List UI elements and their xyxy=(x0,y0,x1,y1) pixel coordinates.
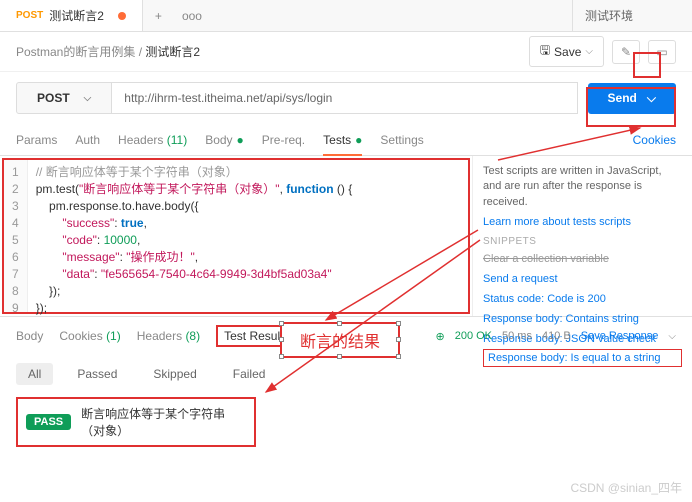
request-tabs: Params Auth Headers (11) Body● Pre-req. … xyxy=(0,124,692,156)
comment-icon: ▭ xyxy=(656,45,667,59)
resp-tab-headers[interactable]: Headers (8) xyxy=(137,325,200,347)
snippet-item[interactable]: Response body: Contains string xyxy=(483,309,682,329)
breadcrumb-request: 测试断言2 xyxy=(145,45,200,59)
annotation-label: 断言的结果 xyxy=(280,322,400,358)
tab-body[interactable]: Body● xyxy=(205,125,244,155)
main-content: 123456789 // 断言响应体等于某个字符串（对象） pm.test("断… xyxy=(0,156,692,316)
cookies-link[interactable]: Cookies xyxy=(633,133,676,147)
resp-tab-body[interactable]: Body xyxy=(16,325,43,347)
filter-skipped[interactable]: Skipped xyxy=(141,363,208,385)
snippets-panel: Test scripts are written in JavaScript, … xyxy=(472,156,692,316)
tab-tests[interactable]: Tests● xyxy=(323,125,362,155)
chevron-down-icon: ⌵ xyxy=(585,46,593,57)
environment-label: 测试环境 xyxy=(585,7,633,24)
save-response-button[interactable]: Save Response xyxy=(581,330,659,342)
tab-settings[interactable]: Settings xyxy=(380,125,423,155)
method-select[interactable]: POST ⌵ xyxy=(16,82,112,114)
tab-auth[interactable]: Auth xyxy=(75,125,100,155)
line-gutter: 123456789 xyxy=(4,160,28,312)
test-result-row: PASS 断言响应体等于某个字符串（对象） xyxy=(16,397,256,447)
learn-more-link[interactable]: Learn more about tests scripts xyxy=(483,216,682,228)
method-badge: POST xyxy=(16,10,43,21)
tab-prereq[interactable]: Pre-req. xyxy=(262,125,305,155)
status-size: 410 B xyxy=(542,330,571,342)
snippet-item[interactable]: Response body: Is equal to a string xyxy=(483,349,682,367)
edit-button[interactable]: ✎ xyxy=(612,40,640,64)
breadcrumb-actions: 🖫 Save ⌵ ✎ ▭ xyxy=(529,36,676,67)
filter-passed[interactable]: Passed xyxy=(65,363,129,385)
pencil-icon: ✎ xyxy=(621,45,631,59)
tab-name: 测试断言2 xyxy=(49,7,104,24)
method-label: POST xyxy=(37,91,70,105)
save-label: Save xyxy=(554,45,581,59)
snippet-item[interactable]: Send a request xyxy=(483,269,682,289)
tab-headers[interactable]: Headers (11) xyxy=(118,125,187,155)
comment-button[interactable]: ▭ xyxy=(648,40,676,64)
snippet-item[interactable]: Status code: Code is 200 xyxy=(483,289,682,309)
environment-select[interactable]: 测试环境 xyxy=(572,0,692,31)
code-content[interactable]: // 断言响应体等于某个字符串（对象） pm.test("断言响应体等于某个字符… xyxy=(28,160,361,312)
chevron-down-icon: ⌵ xyxy=(84,93,92,104)
snippets-header: SNIPPETS xyxy=(483,236,682,247)
chevron-down-icon: ⌵ xyxy=(668,331,676,342)
dot-icon: ● xyxy=(237,133,244,147)
globe-icon[interactable]: ⊕ xyxy=(435,330,444,343)
send-label: Send xyxy=(608,91,637,105)
floppy-icon: 🖫 xyxy=(540,41,550,62)
filter-failed[interactable]: Failed xyxy=(221,363,278,385)
request-tab[interactable]: POST 测试断言2 xyxy=(0,0,143,31)
filter-all[interactable]: All xyxy=(16,363,53,385)
breadcrumb: Postman的断言用例集 / 测试断言2 xyxy=(16,43,200,60)
save-button[interactable]: 🖫 Save ⌵ xyxy=(529,36,604,67)
result-text: 断言响应体等于某个字符串（对象） xyxy=(81,405,246,439)
send-button[interactable]: Send ⌵ xyxy=(588,83,676,114)
unsaved-dot-icon xyxy=(118,12,126,20)
pass-badge: PASS xyxy=(26,414,71,430)
status-code: 200 OK xyxy=(455,330,492,342)
snippets-description: Test scripts are written in JavaScript, … xyxy=(483,164,682,210)
snippet-item[interactable]: Clear a collection variable xyxy=(483,249,682,269)
breadcrumb-row: Postman的断言用例集 / 测试断言2 🖫 Save ⌵ ✎ ▭ xyxy=(0,32,692,72)
dot-icon: ● xyxy=(355,133,362,147)
url-input[interactable] xyxy=(112,82,577,114)
response-status: ⊕ 200 OK 50 ms 410 B Save Response ⌵ xyxy=(435,330,676,343)
chevron-down-icon: ⌵ xyxy=(647,91,656,106)
new-tab-button[interactable]: + xyxy=(143,9,174,23)
tab-menu-button[interactable]: ooo xyxy=(174,9,210,23)
tab-params[interactable]: Params xyxy=(16,125,57,155)
status-time: 50 ms xyxy=(502,330,532,342)
request-row: POST ⌵ Send ⌵ xyxy=(0,72,692,124)
resp-tab-cookies[interactable]: Cookies (1) xyxy=(59,325,120,347)
tab-bar: POST 测试断言2 + ooo 测试环境 xyxy=(0,0,692,32)
breadcrumb-collection[interactable]: Postman的断言用例集 xyxy=(16,45,135,59)
code-editor[interactable]: 123456789 // 断言响应体等于某个字符串（对象） pm.test("断… xyxy=(2,158,470,314)
watermark: CSDN @sinian_四年 xyxy=(570,479,682,496)
